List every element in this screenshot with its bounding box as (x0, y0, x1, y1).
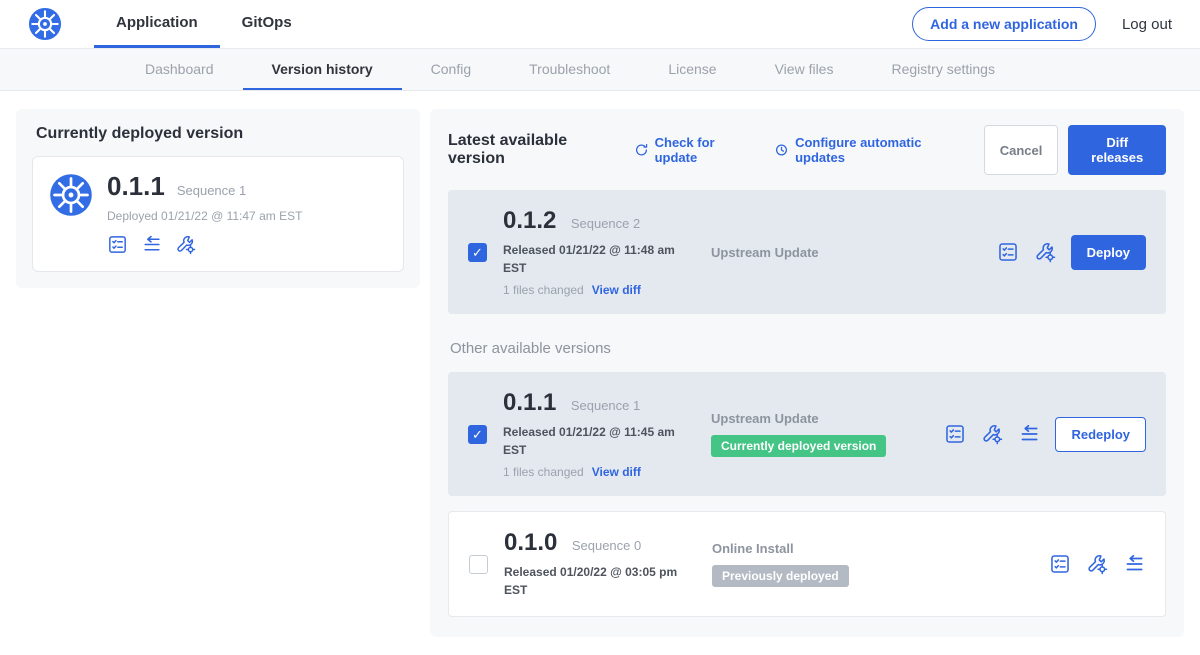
tab-dashboard[interactable]: Dashboard (116, 49, 243, 90)
release-notes-icon[interactable] (944, 423, 966, 445)
configure-automatic-updates-link[interactable]: Configure automatic updates (774, 135, 964, 165)
diff-releases-button[interactable]: Diff releases (1068, 125, 1166, 175)
version-sequence: Sequence 1 (571, 398, 640, 413)
version-row-0-1-2: ✓ 0.1.2 Sequence 2 Released 01/21/22 @ 1… (448, 190, 1166, 314)
tab-troubleshoot[interactable]: Troubleshoot (500, 49, 639, 90)
tab-view-files[interactable]: View files (746, 49, 863, 90)
refresh-icon (634, 142, 649, 158)
source-label: Upstream Update (711, 411, 944, 426)
app-subnav: Dashboard Version history Config Trouble… (0, 49, 1200, 91)
deployed-version-number: 0.1.1 (107, 171, 165, 202)
config-icon[interactable] (175, 234, 196, 255)
deployed-sequence: Sequence 1 (177, 183, 246, 198)
version-actions (1049, 553, 1145, 575)
version-actions: Redeploy (944, 417, 1146, 452)
config-icon[interactable] (1086, 553, 1108, 575)
app-logo (28, 0, 62, 48)
tab-config[interactable]: Config (402, 49, 500, 90)
check-for-update-link[interactable]: Check for update (634, 135, 754, 165)
available-versions-header: Latest available version Check for updat… (448, 125, 1166, 175)
deployed-date: Deployed 01/21/22 @ 11:47 am EST (107, 209, 302, 223)
files-changed: 1 files changed (503, 283, 584, 297)
diff-icon[interactable] (141, 234, 162, 255)
version-checkbox[interactable] (469, 555, 488, 574)
top-bar-right: Add a new application Log out (912, 0, 1172, 48)
kubernetes-logo-icon (28, 7, 62, 41)
tab-registry-settings[interactable]: Registry settings (862, 49, 1023, 90)
previously-deployed-badge: Previously deployed (712, 565, 849, 587)
version-checkbox[interactable]: ✓ (468, 425, 487, 444)
released-date: Released 01/21/22 @ 11:48 am EST (503, 241, 685, 277)
config-icon[interactable] (981, 423, 1003, 445)
tab-license[interactable]: License (639, 49, 745, 90)
add-application-button[interactable]: Add a new application (912, 7, 1096, 41)
currently-deployed-badge: Currently deployed version (711, 435, 886, 457)
deployed-version-card: 0.1.1 Sequence 1 Deployed 01/21/22 @ 11:… (32, 156, 404, 272)
latest-available-title: Latest available version (448, 132, 618, 168)
version-source: Upstream Update Currently deployed versi… (703, 411, 944, 457)
header-buttons: Cancel Diff releases (984, 125, 1166, 175)
diff-icon[interactable] (1018, 423, 1040, 445)
files-changed: 1 files changed (503, 465, 584, 479)
release-notes-icon[interactable] (1049, 553, 1071, 575)
version-number: 0.1.1 (503, 389, 556, 416)
version-sequence: Sequence 0 (572, 538, 641, 553)
check-icon: ✓ (472, 428, 483, 441)
version-info: 0.1.0 Sequence 0 Released 01/20/22 @ 03:… (504, 529, 704, 599)
logout-button[interactable]: Log out (1122, 16, 1172, 33)
deploy-button[interactable]: Deploy (1071, 235, 1146, 270)
top-tab-application[interactable]: Application (94, 0, 220, 48)
version-row-0-1-1: ✓ 0.1.1 Sequence 1 Released 01/21/22 @ 1… (448, 372, 1166, 496)
main-content: Currently deployed version (0, 91, 1200, 655)
released-date: Released 01/20/22 @ 03:05 pm EST (504, 563, 686, 599)
check-icon: ✓ (472, 246, 483, 259)
source-label: Upstream Update (711, 245, 997, 260)
kubernetes-app-icon (49, 171, 93, 255)
version-checkbox[interactable]: ✓ (468, 243, 487, 262)
currently-deployed-title: Currently deployed version (36, 125, 404, 143)
release-notes-icon[interactable] (107, 234, 128, 255)
top-tab-gitops[interactable]: GitOps (220, 0, 314, 48)
version-sequence: Sequence 2 (571, 216, 640, 231)
version-actions: Deploy (997, 235, 1146, 270)
source-label: Online Install (712, 541, 1049, 556)
tab-version-history[interactable]: Version history (243, 49, 402, 90)
config-icon[interactable] (1034, 241, 1056, 263)
diff-icon[interactable] (1123, 553, 1145, 575)
other-versions-title: Other available versions (450, 340, 1166, 357)
view-diff-link[interactable]: View diff (592, 283, 641, 297)
currently-deployed-panel: Currently deployed version (16, 109, 420, 288)
version-source: Online Install Previously deployed (704, 541, 1049, 587)
cancel-button[interactable]: Cancel (984, 125, 1059, 175)
view-diff-link[interactable]: View diff (592, 465, 641, 479)
released-date: Released 01/21/22 @ 11:45 am EST (503, 423, 685, 459)
version-info: 0.1.1 Sequence 1 Released 01/21/22 @ 11:… (503, 389, 703, 479)
top-nav: Application GitOps (94, 0, 314, 48)
release-notes-icon[interactable] (997, 241, 1019, 263)
version-source: Upstream Update (703, 245, 997, 260)
version-number: 0.1.0 (504, 529, 557, 556)
version-row-0-1-0: 0.1.0 Sequence 0 Released 01/20/22 @ 03:… (448, 511, 1166, 617)
version-number: 0.1.2 (503, 207, 556, 234)
top-bar: Application GitOps Add a new application… (0, 0, 1200, 49)
available-versions-panel: Latest available version Check for updat… (430, 109, 1184, 637)
redeploy-button[interactable]: Redeploy (1055, 417, 1146, 452)
version-info: 0.1.2 Sequence 2 Released 01/21/22 @ 11:… (503, 207, 703, 297)
deployed-version-info: 0.1.1 Sequence 1 Deployed 01/21/22 @ 11:… (107, 171, 302, 255)
clock-icon (774, 142, 789, 158)
